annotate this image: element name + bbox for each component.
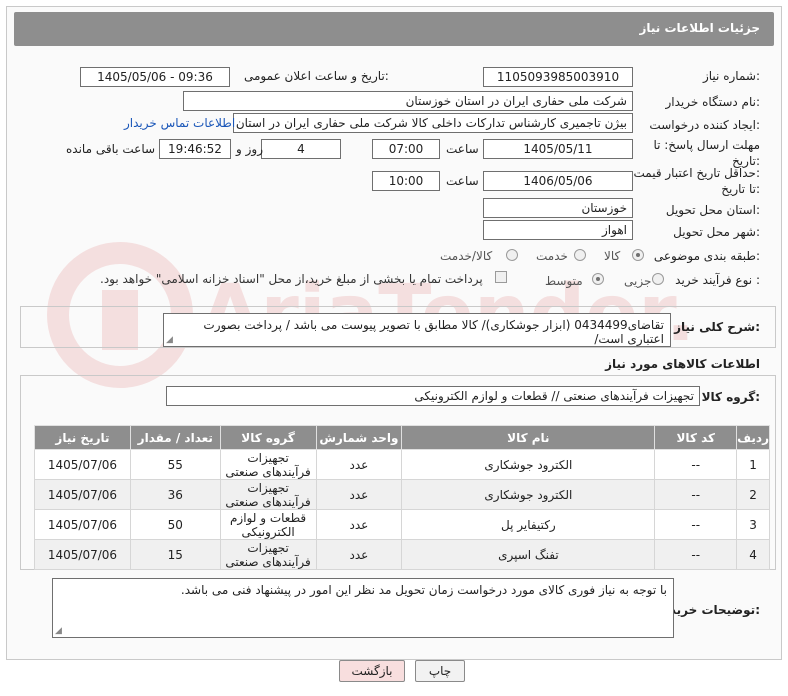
page-title: جزئیات اطلاعات نیاز <box>639 21 760 35</box>
cell-name: تفنگ اسپری <box>401 539 656 570</box>
cell-row: 3 <box>736 509 770 540</box>
creator-label: ایجاد کننده درخواست: <box>649 118 760 132</box>
category-label: طبقه بندی موضوعی: <box>653 249 760 263</box>
category-option-both: کالا/خدمت <box>440 249 493 263</box>
col-unit: واحد شمارش <box>315 425 403 450</box>
cell-unit: عدد <box>315 449 403 480</box>
city-label: شهر محل تحویل: <box>673 225 760 239</box>
cell-unit: عدد <box>315 539 403 570</box>
announce-field: 1405/05/06 - 09:36 <box>80 67 230 87</box>
price-date-field: 1406/05/06 <box>483 171 633 191</box>
cell-code: -- <box>654 479 738 510</box>
cell-unit: عدد <box>315 509 403 540</box>
announce-label: تاریخ و ساعت اعلان عمومی: <box>244 69 389 83</box>
process-label: نوع فرآیند خرید : <box>675 273 760 287</box>
buyer-field: شرکت ملی حفاری ایران در استان خوزستان <box>183 91 633 111</box>
cell-date: 1405/07/06 <box>34 479 131 510</box>
process-option-small: جزیی <box>624 274 652 288</box>
table-row: 4 -- تفنگ اسپری عدد تجهیزات فرآیندهای صن… <box>34 539 770 570</box>
need-number-field: 1105093985003910 <box>483 67 633 87</box>
reply-time-field: 07:00 <box>372 139 440 159</box>
buyer-notes-textarea[interactable]: با توجه به نیاز فوری کالای مورد درخواست … <box>52 578 674 638</box>
resize-grip-icon[interactable]: ◢ <box>55 626 62 636</box>
need-number-label: شماره نیاز: <box>702 69 760 83</box>
goods-group-label: گروه کالا: <box>701 390 760 404</box>
col-row: ردیف <box>736 425 770 450</box>
process-option-medium: متوسط <box>545 274 583 288</box>
cell-group: تجهیزات فرآیندهای صنعتی <box>219 479 317 510</box>
cell-name: رکتیفایر پل <box>401 509 656 540</box>
cell-row: 4 <box>736 539 770 570</box>
price-time-field: 10:00 <box>372 171 440 191</box>
cell-group: قطعات و لوازم الکترونیکی <box>219 509 317 540</box>
goods-table-header: ردیف کد کالا نام کالا واحد شمارش گروه کا… <box>34 425 770 450</box>
reply-time-label: ساعت <box>446 142 479 156</box>
resize-grip-icon[interactable]: ◢ <box>166 335 173 345</box>
cell-name: الکترود جوشکاری <box>401 479 656 510</box>
buyer-notes-text: با توجه به نیاز فوری کالای مورد درخواست … <box>180 583 667 597</box>
reply-date-field: 1405/05/11 <box>483 139 633 159</box>
goods-table: ردیف کد کالا نام کالا واحد شمارش گروه کا… <box>34 425 770 570</box>
reply-label-1: مهلت ارسال پاسخ: تا <box>653 138 760 152</box>
col-group: گروه کالا <box>219 425 317 450</box>
cell-date: 1405/07/06 <box>34 449 131 480</box>
price-validity-label-2: تا تاریخ: <box>721 182 760 196</box>
col-qty: تعداد / مقدار <box>129 425 221 450</box>
header-bar: جزئیات اطلاعات نیاز <box>14 12 774 46</box>
province-label: استان محل تحویل: <box>665 203 760 217</box>
cell-qty: 50 <box>129 509 221 540</box>
description-label: شرح کلی نیاز: <box>674 320 760 334</box>
days-label: روز و <box>236 142 263 156</box>
cell-code: -- <box>654 539 738 570</box>
creator-field: بیژن تاجمیری کارشناس تدارکات داخلی کالا … <box>233 113 633 133</box>
price-time-label: ساعت <box>446 174 479 188</box>
goods-group-field: تجهیزات فرآیندهای صنعتی // قطعات و لوازم… <box>166 386 700 406</box>
city-field: اهواز <box>483 220 633 240</box>
category-option-goods: کالا <box>604 249 621 263</box>
contact-link[interactable]: اطلاعات تماس خریدار <box>124 116 235 130</box>
cell-name: الکترود جوشکاری <box>401 449 656 480</box>
col-name: نام کالا <box>401 425 656 450</box>
process-radio-small[interactable] <box>652 273 664 285</box>
cell-group: تجهیزات فرآیندهای صنعتی <box>219 539 317 570</box>
cell-qty: 15 <box>129 539 221 570</box>
back-button[interactable]: بازگشت <box>339 660 405 682</box>
cell-qty: 55 <box>129 449 221 480</box>
price-validity-label-1: حداقل تاریخ اعتبار قیمت: <box>633 166 760 180</box>
cell-date: 1405/07/06 <box>34 539 131 570</box>
cell-code: -- <box>654 509 738 540</box>
cell-row: 1 <box>736 449 770 480</box>
print-button[interactable]: چاپ <box>415 660 465 682</box>
cell-qty: 36 <box>129 479 221 510</box>
cell-unit: عدد <box>315 479 403 510</box>
buyer-label: نام دستگاه خریدار: <box>665 95 761 109</box>
table-row: 2 -- الکترود جوشکاری عدد تجهیزات فرآینده… <box>34 479 770 510</box>
table-row: 3 -- رکتیفایر پل عدد قطعات و لوازم الکتر… <box>34 509 770 540</box>
category-radio-goods[interactable] <box>632 249 644 261</box>
remaining-time-field: 19:46:52 <box>159 139 231 159</box>
payment-note: پرداخت تمام یا بخشی از مبلغ خرید،از محل … <box>100 272 483 286</box>
description-text: تقاضای0434499 (ابزار جوشکاری)/ کالا مطاب… <box>203 318 664 346</box>
description-textarea[interactable]: تقاضای0434499 (ابزار جوشکاری)/ کالا مطاب… <box>163 313 671 347</box>
goods-section-title: اطلاعات کالاهای مورد نیاز <box>605 357 760 371</box>
cell-group: تجهیزات فرآیندهای صنعتی <box>219 449 317 480</box>
col-code: کد کالا <box>654 425 738 450</box>
treasury-payment-checkbox[interactable] <box>495 271 507 283</box>
cell-row: 2 <box>736 479 770 510</box>
process-radio-medium[interactable] <box>592 273 604 285</box>
category-radio-both[interactable] <box>506 249 518 261</box>
col-date: تاریخ نیاز <box>34 425 131 450</box>
table-row: 1 -- الکترود جوشکاری عدد تجهیزات فرآینده… <box>34 449 770 480</box>
cell-date: 1405/07/06 <box>34 509 131 540</box>
category-radio-service[interactable] <box>574 249 586 261</box>
remaining-label: ساعت باقی مانده <box>66 142 156 156</box>
cell-code: -- <box>654 449 738 480</box>
days-field: 4 <box>261 139 341 159</box>
province-field: خوزستان <box>483 198 633 218</box>
category-option-service: خدمت <box>536 249 568 263</box>
